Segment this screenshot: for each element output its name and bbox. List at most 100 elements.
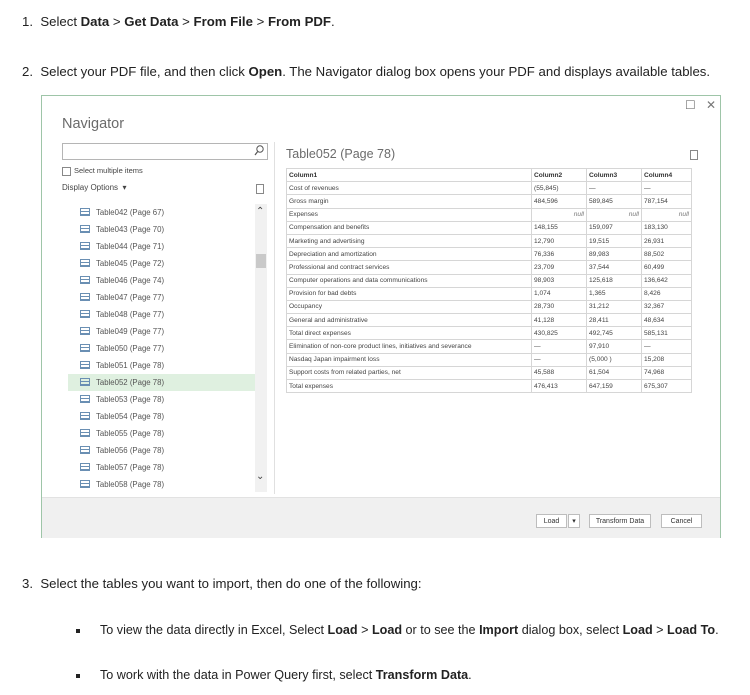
- bullet-bold: Import: [479, 623, 519, 637]
- table-cell: 136,642: [641, 273, 692, 288]
- table-cell: Occupancy: [286, 299, 532, 315]
- table-icon: [80, 412, 90, 420]
- select-multiple-items[interactable]: Select multiple items: [62, 166, 143, 176]
- table-cell: —: [641, 181, 692, 196]
- table-cell: Total direct expenses: [286, 326, 532, 341]
- table-icon: [80, 395, 90, 403]
- load-dropdown-button[interactable]: ▾: [568, 514, 580, 528]
- table-cell: Support costs from related parties, net: [286, 365, 532, 381]
- chevron-up-icon[interactable]: ⌃: [256, 207, 264, 217]
- table-list-label: Table043 (Page 70): [96, 225, 165, 234]
- checkbox-label: Select multiple items: [74, 166, 143, 175]
- table-cell: 74,968: [641, 365, 692, 381]
- table-cell: Gross margin: [286, 194, 532, 209]
- table-list-label: Table050 (Page 77): [96, 344, 165, 353]
- table-cell: 159,097: [586, 220, 642, 235]
- table-list-item[interactable]: Table054 (Page 78): [68, 408, 256, 425]
- document-icon[interactable]: [690, 150, 698, 160]
- table-cell: 148,155: [531, 220, 587, 235]
- maximize-icon[interactable]: ☐: [685, 98, 696, 112]
- table-cell: 484,596: [531, 194, 587, 209]
- step-sep: >: [109, 14, 125, 29]
- table-cell: General and administrative: [286, 313, 532, 328]
- display-options-label: Display Options: [62, 183, 119, 192]
- search-input[interactable]: [62, 143, 268, 160]
- table-list-item[interactable]: Table053 (Page 78): [68, 391, 256, 408]
- table-cell: null: [531, 207, 587, 222]
- table-list-item[interactable]: Table042 (Page 67): [68, 204, 256, 221]
- table-cell: 476,413: [531, 378, 587, 394]
- table-list-item[interactable]: Table056 (Page 78): [68, 442, 256, 459]
- step-bold: From File: [193, 14, 253, 29]
- checkbox[interactable]: [62, 166, 71, 176]
- table-list-item[interactable]: Table046 (Page 74): [68, 272, 256, 289]
- table-row: Occupancy 28,730 31,212 32,367: [286, 299, 692, 315]
- table-list-item[interactable]: Table044 (Page 71): [68, 238, 256, 255]
- table-row: Elimination of non-core product lines, i…: [286, 339, 692, 354]
- table-list-item[interactable]: Table055 (Page 78): [68, 425, 256, 442]
- bullet-bold: Load: [327, 623, 358, 637]
- table-list-item[interactable]: Table048 (Page 77): [68, 306, 256, 323]
- table-row: Cost of revenues (55,845) — —: [286, 181, 692, 196]
- display-options-button[interactable]: Display Options ▾: [62, 183, 127, 192]
- bullet-sep: >: [357, 623, 372, 637]
- dialog-title: Navigator: [62, 116, 125, 132]
- table-row: Expenses null null null: [286, 207, 692, 222]
- list-scrollbar[interactable]: ⌃ ⌄: [255, 204, 267, 492]
- table-cell: Expenses: [286, 207, 532, 222]
- bullet-part: .: [468, 668, 472, 682]
- scrollbar-thumb[interactable]: [256, 254, 266, 268]
- table-list-item[interactable]: Table043 (Page 70): [68, 221, 256, 238]
- bullet-bold: Transform Data: [375, 668, 469, 682]
- cancel-button[interactable]: Cancel: [661, 514, 702, 528]
- table-icon: [80, 327, 90, 335]
- table-cell: Total expenses: [286, 378, 532, 394]
- table-icon: [80, 446, 90, 454]
- table-list-item[interactable]: Table058 (Page 78): [68, 476, 256, 493]
- table-icon: [80, 208, 90, 216]
- table-cell: null: [641, 207, 692, 222]
- chevron-down-icon[interactable]: ⌄: [256, 472, 264, 482]
- step-sep: >: [252, 14, 268, 29]
- step-bold: Data: [80, 14, 110, 29]
- table-cell: 76,336: [531, 247, 587, 262]
- table-list-label: Table051 (Page 78): [96, 361, 165, 370]
- table-cell: 1,074: [531, 286, 587, 301]
- close-icon[interactable]: ✕: [706, 98, 716, 112]
- table-list-label: Table058 (Page 78): [96, 480, 165, 489]
- table-cell: 28,411: [586, 313, 642, 328]
- bullet-text: To view the data directly in Excel, Sele…: [100, 623, 719, 637]
- step-text: . The Navigator dialog box opens your PD…: [282, 64, 711, 79]
- dialog-footer: Load ▾ Transform Data Cancel: [42, 497, 720, 538]
- table-list-item[interactable]: Table049 (Page 77): [68, 323, 256, 340]
- table-cell: 32,367: [641, 299, 692, 315]
- table-list-item[interactable]: Table047 (Page 77): [68, 289, 256, 306]
- table-list-label: Table054 (Page 78): [96, 412, 165, 421]
- table-row: Total direct expenses 430,825 492,745 585,1…: [286, 326, 692, 341]
- load-button[interactable]: Load: [536, 514, 567, 528]
- transform-data-button[interactable]: Transform Data: [589, 514, 651, 528]
- table-list-item[interactable]: Table050 (Page 77): [68, 340, 256, 357]
- bullet-bold: Load To: [667, 623, 716, 637]
- table-list-item[interactable]: Table051 (Page 78): [68, 357, 256, 374]
- table-cell: 37,544: [586, 260, 642, 275]
- table-list-label: Table055 (Page 78): [96, 429, 165, 438]
- table-row: Provision for bad debts 1,074 1,365 8,426: [286, 286, 692, 301]
- table-list-item[interactable]: Table045 (Page 72): [68, 255, 256, 272]
- bullet-part: To view the data directly in Excel, Sele…: [100, 623, 328, 637]
- table-cell: 23,709: [531, 260, 587, 275]
- table-cell: Cost of revenues: [286, 181, 532, 196]
- table-cell: 125,618: [586, 273, 642, 288]
- table-cell: 19,515: [586, 233, 642, 249]
- table-cell: Professional and contract services: [286, 260, 532, 275]
- refresh-document-icon[interactable]: [256, 184, 264, 194]
- table-cell: 98,903: [531, 273, 587, 288]
- table-row: Nasdaq Japan impairment loss — (5,000 ) 15,…: [286, 352, 692, 367]
- table-list-label: Table047 (Page 77): [96, 293, 165, 302]
- table-list-item[interactable]: Table057 (Page 78): [68, 459, 256, 476]
- table-cell: 12,790: [531, 233, 587, 249]
- table-list-item[interactable]: Table052 (Page 78): [68, 374, 256, 391]
- table-list-label: Table045 (Page 72): [96, 259, 165, 268]
- table-cell: Depreciation and amortization: [286, 247, 532, 262]
- search-icon[interactable]: [254, 144, 264, 158]
